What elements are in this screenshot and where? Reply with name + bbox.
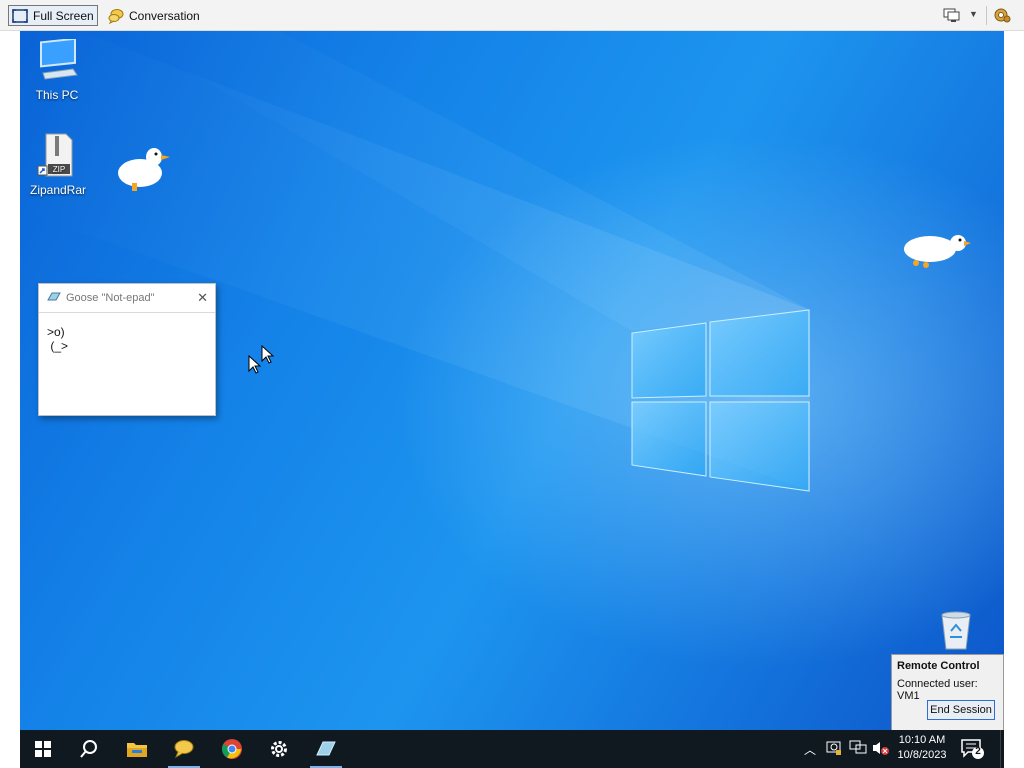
- goose-icon[interactable]: [902, 229, 972, 277]
- notification-count: 2: [975, 746, 981, 757]
- notepad-icon: [47, 291, 61, 306]
- desktop-icon-this-pc[interactable]: This PC: [20, 37, 97, 102]
- remote-control-title: Remote Control: [897, 660, 980, 672]
- mouse-cursor-icon: [248, 355, 262, 374]
- goose-notepad-window[interactable]: Goose "Not-epad" ✕ >o) (_>: [38, 283, 216, 416]
- viewer-right-margin: [1004, 31, 1024, 768]
- conversation-label: Conversation: [129, 8, 200, 23]
- desktop-icon-label: ZipandRar: [29, 183, 87, 197]
- recycle-bin-icon[interactable]: [936, 609, 976, 658]
- chrome-button[interactable]: [212, 730, 252, 768]
- zip-archive-icon: ZIP: [20, 132, 98, 181]
- update-tray-icon[interactable]: [826, 740, 842, 761]
- action-center-button[interactable]: 2: [960, 738, 984, 765]
- connected-user-text: Connected user: VM1: [897, 678, 978, 702]
- settings-button[interactable]: [259, 730, 299, 768]
- window-title-bar[interactable]: Goose "Not-epad": [39, 284, 215, 313]
- chrome-icon: [222, 739, 242, 759]
- goose-icon[interactable]: [114, 143, 172, 197]
- volume-muted-icon[interactable]: [872, 740, 890, 761]
- taskbar-clock[interactable]: 10:10 AM 10/8/2023: [890, 733, 954, 763]
- settings-icon: [271, 741, 287, 757]
- end-session-button[interactable]: End Session: [927, 700, 995, 720]
- chevron-down-icon[interactable]: ▼: [969, 9, 978, 19]
- start-button[interactable]: [23, 730, 63, 768]
- monitor-select-button[interactable]: [942, 6, 964, 25]
- clock-time: 10:10 AM: [898, 734, 946, 746]
- taskbar: ︿ 10:10 AM 10/8/2023 2: [20, 730, 1004, 768]
- zip-badge: ZIP: [53, 165, 65, 174]
- file-explorer-button[interactable]: [117, 730, 157, 768]
- viewer-left-margin: [0, 31, 20, 768]
- session-settings-button[interactable]: [992, 6, 1014, 25]
- full-screen-icon: [12, 8, 28, 23]
- notepad-text-area[interactable]: >o) (_>: [39, 313, 215, 365]
- conversation-icon: [108, 8, 124, 24]
- notepad-icon: [316, 741, 336, 756]
- clock-date: 10/8/2023: [897, 749, 947, 761]
- goose-notepad-taskbar-button[interactable]: [306, 730, 346, 768]
- chat-icon: [174, 740, 194, 759]
- search-icon: [80, 740, 97, 758]
- desktop-icon-label: This PC: [35, 88, 79, 102]
- full-screen-label: Full Screen: [33, 8, 94, 23]
- close-icon[interactable]: ✕: [197, 290, 208, 306]
- full-screen-button[interactable]: Full Screen: [8, 5, 98, 26]
- window-title: Goose "Not-epad": [66, 292, 155, 304]
- chevron-up-icon[interactable]: ︿: [804, 741, 816, 758]
- search-button[interactable]: [69, 730, 109, 768]
- mouse-cursor-icon: [261, 345, 275, 364]
- desktop-icon-zipandrar[interactable]: ZIP ZipandRar: [20, 132, 98, 197]
- toolbar-divider: [986, 6, 987, 25]
- this-pc-icon: [20, 37, 97, 86]
- file-explorer-icon: [127, 743, 147, 757]
- remote-toolbar: Full Screen Conversation ▼: [0, 0, 1024, 31]
- show-desktop-button[interactable]: [1000, 730, 1005, 768]
- monitor-icon: [943, 8, 960, 22]
- network-icon[interactable]: [849, 740, 867, 761]
- gear-icon: [994, 8, 1011, 23]
- chat-app-button[interactable]: [164, 730, 204, 768]
- remote-desktop[interactable]: This PC ZIP ZipandRar Goose "Not-epad" ✕…: [20, 31, 1004, 730]
- start-icon: [35, 741, 51, 757]
- conversation-button[interactable]: Conversation: [106, 5, 216, 26]
- remote-control-panel: Remote Control Connected user: VM1 End S…: [891, 654, 1004, 730]
